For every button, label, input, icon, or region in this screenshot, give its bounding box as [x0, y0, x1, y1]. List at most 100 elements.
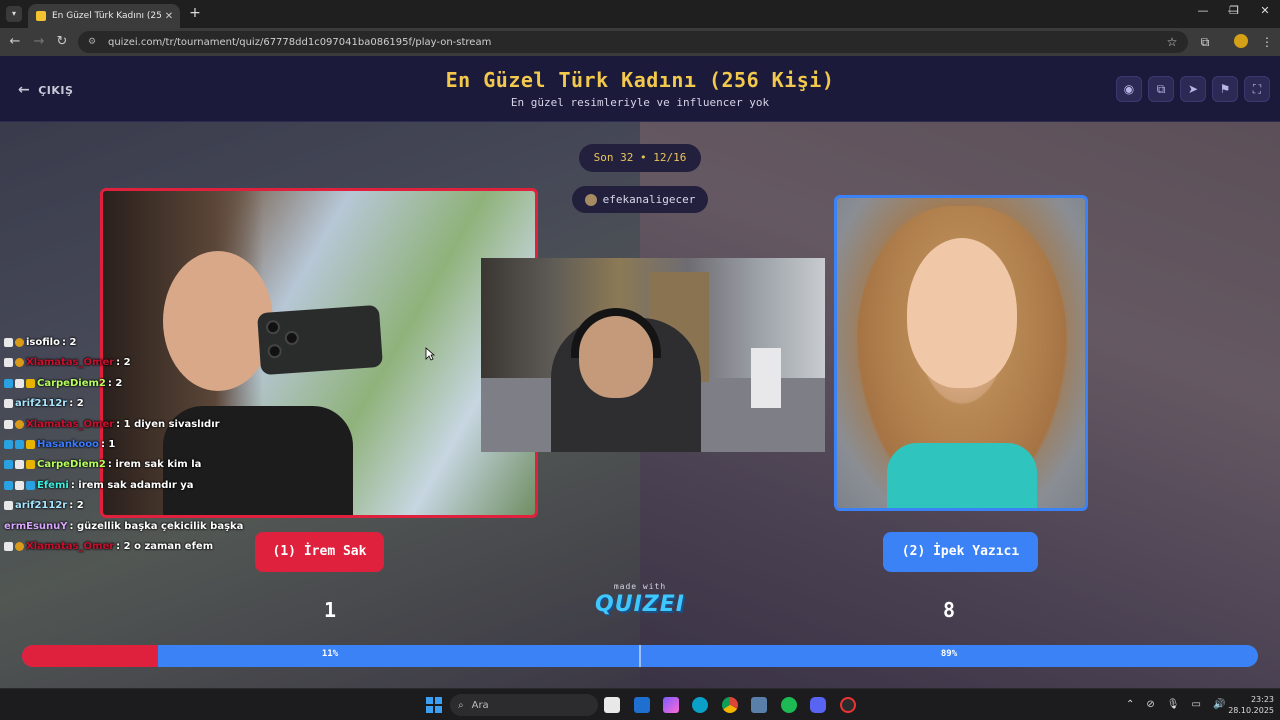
- bookmark-star-icon[interactable]: ☆: [1163, 35, 1181, 49]
- chat-text: : 2 o zaman efem: [116, 540, 214, 552]
- reload-icon[interactable]: ↻: [53, 34, 71, 49]
- forward-arrow-icon[interactable]: →: [30, 34, 48, 49]
- chat-username[interactable]: isofilo: [26, 337, 60, 348]
- chat-message: Xlamatas_Omer: 2: [4, 353, 131, 371]
- chat-text: : 2: [69, 397, 84, 409]
- back-arrow-icon[interactable]: ←: [6, 34, 24, 49]
- streamer-webcam: [481, 258, 825, 452]
- vote-count-left: 1: [323, 598, 337, 622]
- chat-text: : 2: [116, 356, 131, 368]
- chat-badge-icon: [15, 357, 24, 367]
- chrome-icon[interactable]: [722, 697, 738, 713]
- quiz-header: ← ÇIKIŞ En Güzel Türk Kadını (256 Kişi) …: [0, 56, 1280, 122]
- tab-close-icon[interactable]: ✕: [162, 11, 176, 22]
- eye-icon[interactable]: ◉: [1116, 76, 1142, 102]
- chat-message: Efemi: irem sak adamdır ya: [4, 476, 194, 494]
- chat-badge-icon: [4, 419, 13, 429]
- chat-username[interactable]: CarpeDiem2: [37, 378, 106, 389]
- chat-badge-icon: [4, 337, 13, 347]
- chat-text: : irem sak adamdır ya: [70, 479, 194, 491]
- chat-badge-icon: [4, 500, 13, 510]
- round-indicator: Son 32 • 12/16: [579, 144, 701, 172]
- chat-badge-icon: [4, 378, 13, 388]
- fullscreen-icon[interactable]: ⛶: [1244, 76, 1270, 102]
- chat-message: isofilo: 2: [4, 333, 76, 351]
- vote-left-button[interactable]: (1) İrem Sak: [255, 532, 384, 572]
- vote-right-button[interactable]: (2) İpek Yazıcı: [883, 532, 1038, 572]
- browser-tab[interactable]: En Güzel Türk Kadını (256 Kişi) ✕: [28, 4, 180, 28]
- browser-menu-icon[interactable]: ⋮: [1258, 35, 1276, 49]
- chat-username[interactable]: arif2112r: [15, 398, 67, 409]
- chevron-up-icon[interactable]: ⌃: [1126, 699, 1134, 710]
- browser-tab-strip: ▾ En Güzel Türk Kadını (256 Kişi) ✕ + —: [0, 0, 1280, 28]
- contestant-right-photo[interactable]: [834, 195, 1088, 511]
- share-icon[interactable]: ⧉: [1148, 76, 1174, 102]
- profile-avatar[interactable]: [1234, 34, 1248, 48]
- extensions-icon[interactable]: ⧉: [1196, 35, 1214, 50]
- settings-icon[interactable]: [751, 697, 767, 713]
- chat-username[interactable]: Xlamatas_Omer: [26, 419, 114, 430]
- quiz-title: En Güzel Türk Kadını (256 Kişi): [445, 68, 835, 92]
- chat-text: : 1 diyen sivaslıdır: [116, 418, 220, 430]
- new-tab-button[interactable]: +: [186, 5, 204, 21]
- chat-badge-icon: [4, 480, 13, 490]
- obs-icon[interactable]: [840, 697, 856, 713]
- chat-message: ermEsunuY: güzellik başka çekicilik başk…: [4, 517, 243, 535]
- chat-text: : 2: [61, 336, 77, 348]
- taskbar-search[interactable]: ⌕ Ara: [450, 694, 598, 716]
- chat-username[interactable]: Hasankooo: [37, 439, 99, 450]
- display-icon[interactable]: ▭: [1191, 699, 1200, 710]
- quizei-logo[interactable]: QUIZEI: [590, 592, 690, 617]
- flag-icon[interactable]: ⚑: [1212, 76, 1238, 102]
- left-photo-face: [163, 251, 273, 391]
- chat-username[interactable]: ermEsunuY: [4, 521, 68, 532]
- minimize-window-button[interactable]: —: [1188, 4, 1218, 24]
- right-photo-top: [887, 443, 1037, 508]
- edge-icon[interactable]: [692, 697, 708, 713]
- task-view-icon[interactable]: [604, 697, 620, 713]
- chat-username[interactable]: Efemi: [37, 480, 69, 491]
- spotify-icon[interactable]: [781, 697, 797, 713]
- microphone-icon[interactable]: 🎙: [1167, 699, 1180, 710]
- webcam-fridge: [751, 348, 781, 408]
- vote-percent-right: 89%: [940, 649, 958, 659]
- close-window-button[interactable]: ✕: [1250, 4, 1280, 24]
- chat-message: CarpeDiem2: irem sak kim la: [4, 455, 201, 473]
- chat-badge-icon: [26, 459, 35, 469]
- send-icon[interactable]: ➤: [1180, 76, 1206, 102]
- chat-username[interactable]: arif2112r: [15, 500, 67, 511]
- tab-favicon-icon: [36, 11, 46, 21]
- chat-badge-icon: [15, 419, 24, 429]
- site-info-icon[interactable]: ⚙: [88, 37, 100, 47]
- copilot-icon[interactable]: [663, 697, 679, 713]
- chat-badge-icon: [4, 398, 13, 408]
- restore-window-button[interactable]: ❐: [1219, 4, 1249, 24]
- phone-icon: [256, 304, 384, 376]
- chat-badge-icon: [26, 480, 35, 490]
- chat-username[interactable]: Xlamatas_Omer: [26, 357, 114, 368]
- quiz-page: ← ÇIKIŞ En Güzel Türk Kadını (256 Kişi) …: [0, 56, 1280, 688]
- chat-badge-icon: [4, 459, 13, 469]
- discord-icon[interactable]: [810, 697, 826, 713]
- window-controls: — ❐ ✕: [1188, 4, 1280, 24]
- outlook-icon[interactable]: [634, 697, 650, 713]
- vote-count-right: 8: [942, 598, 956, 622]
- chat-username[interactable]: Xlamatas_Omer: [26, 541, 114, 552]
- taskbar-clock[interactable]: 23:23 28.10.2025: [1222, 694, 1274, 716]
- streamer-avatar: [584, 193, 597, 206]
- windows-taskbar: ⌕ Ara ⌃ ⊘ 🎙 ▭ 🔊 23:23 28.10.2025: [0, 688, 1280, 720]
- chat-username[interactable]: CarpeDiem2: [37, 459, 106, 470]
- windows-start-icon[interactable]: [426, 697, 442, 713]
- chat-badge-icon: [26, 439, 35, 449]
- chat-badge-icon: [4, 439, 13, 449]
- network-off-icon[interactable]: ⊘: [1146, 699, 1154, 710]
- chat-badge-icon: [26, 378, 35, 388]
- address-bar[interactable]: ⚙ quizei.com/tr/tournament/quiz/67778dd1…: [78, 31, 1188, 53]
- vote-percent-left: 11%: [321, 649, 339, 659]
- chat-badge-icon: [15, 459, 24, 469]
- mouse-cursor-icon: [425, 347, 435, 361]
- tab-search-button[interactable]: ▾: [6, 6, 22, 22]
- headset-icon: [571, 308, 661, 358]
- taskbar-search-placeholder: Ara: [471, 699, 489, 711]
- chat-badge-icon: [15, 439, 24, 449]
